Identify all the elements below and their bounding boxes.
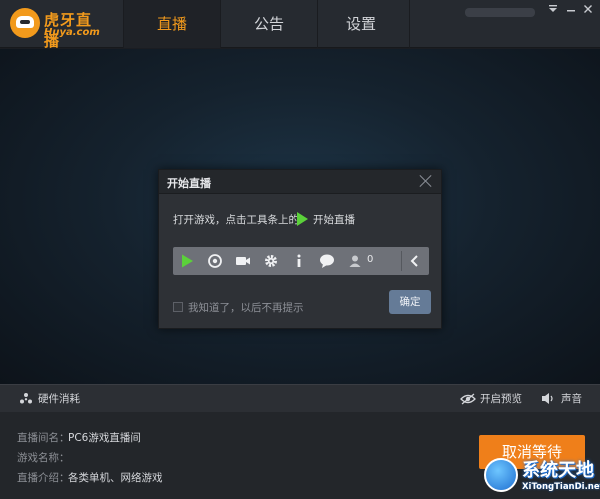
live-toolbar: 0 [173, 247, 429, 275]
huya-logo-icon [10, 8, 40, 38]
dont-show-again-checkbox[interactable] [173, 302, 183, 312]
record-icon[interactable] [201, 247, 229, 275]
collapse-icon[interactable] [401, 247, 429, 275]
title-bar: 虎牙直播 Huya.com 直播 公告 设置 [0, 0, 600, 50]
minimize-icon[interactable] [563, 3, 579, 19]
status-bar: 硬件消耗 开启预览 声音 [0, 384, 600, 412]
tab-settings[interactable]: 设置 [313, 0, 409, 48]
enable-preview-button[interactable]: 开启预览 [480, 391, 522, 406]
dialog-close-icon[interactable] [417, 172, 435, 190]
dialog-title: 开始直播 [167, 177, 211, 190]
camera-icon[interactable] [229, 247, 257, 275]
huya-logo: 虎牙直播 Huya.com [10, 8, 105, 50]
dropdown-icon[interactable] [545, 3, 561, 19]
dialog-instruction-action: 开始直播 [313, 214, 355, 226]
play-icon [297, 212, 308, 226]
room-name-label: 直播间名： [17, 432, 70, 444]
preview-stage: 开始直播 打开游戏，点击工具条上的 开始直播 0 我知道了，以后不再提示 确定 [0, 49, 600, 384]
watermark-url: XiTongTianDi.net [522, 482, 600, 492]
start-live-dialog: 开始直播 打开游戏，点击工具条上的 开始直播 0 我知道了，以后不再提示 确定 [158, 169, 442, 329]
tab-divider [409, 0, 410, 48]
logo-subtext: Huya.com [44, 27, 100, 38]
hardware-usage-button[interactable]: 硬件消耗 [38, 391, 80, 406]
watermark-logo-icon [484, 458, 518, 492]
sound-button[interactable]: 声音 [561, 391, 582, 406]
ok-button[interactable]: 确定 [389, 290, 431, 314]
intro-value: 各类单机、网络游戏 [68, 472, 163, 484]
viewer-count: 0 [367, 254, 374, 265]
dont-show-again-label[interactable]: 我知道了，以后不再提示 [188, 300, 304, 315]
gear-icon[interactable] [257, 247, 285, 275]
user-icon[interactable] [341, 247, 369, 275]
fan-icon [20, 393, 32, 404]
eye-icon [460, 393, 476, 405]
tab-live[interactable]: 直播 [124, 0, 220, 48]
play-icon[interactable] [173, 247, 201, 275]
site-watermark: 系统天地 XiTongTianDi.net [480, 454, 600, 499]
tab-announcement[interactable]: 公告 [221, 0, 317, 48]
close-icon[interactable] [580, 3, 596, 19]
user-account-blurred[interactable] [465, 8, 535, 17]
intro-label: 直播介绍： [17, 472, 70, 484]
watermark-title: 系统天地 [522, 460, 594, 481]
dialog-header: 开始直播 [159, 170, 441, 194]
room-name-value: PC6游戏直播间 [68, 432, 141, 444]
info-icon[interactable] [285, 247, 313, 275]
game-name-label: 游戏名称： [17, 452, 70, 464]
chat-icon[interactable] [313, 247, 341, 275]
dialog-instruction: 打开游戏，点击工具条上的 [173, 214, 299, 226]
speaker-icon [542, 393, 553, 404]
